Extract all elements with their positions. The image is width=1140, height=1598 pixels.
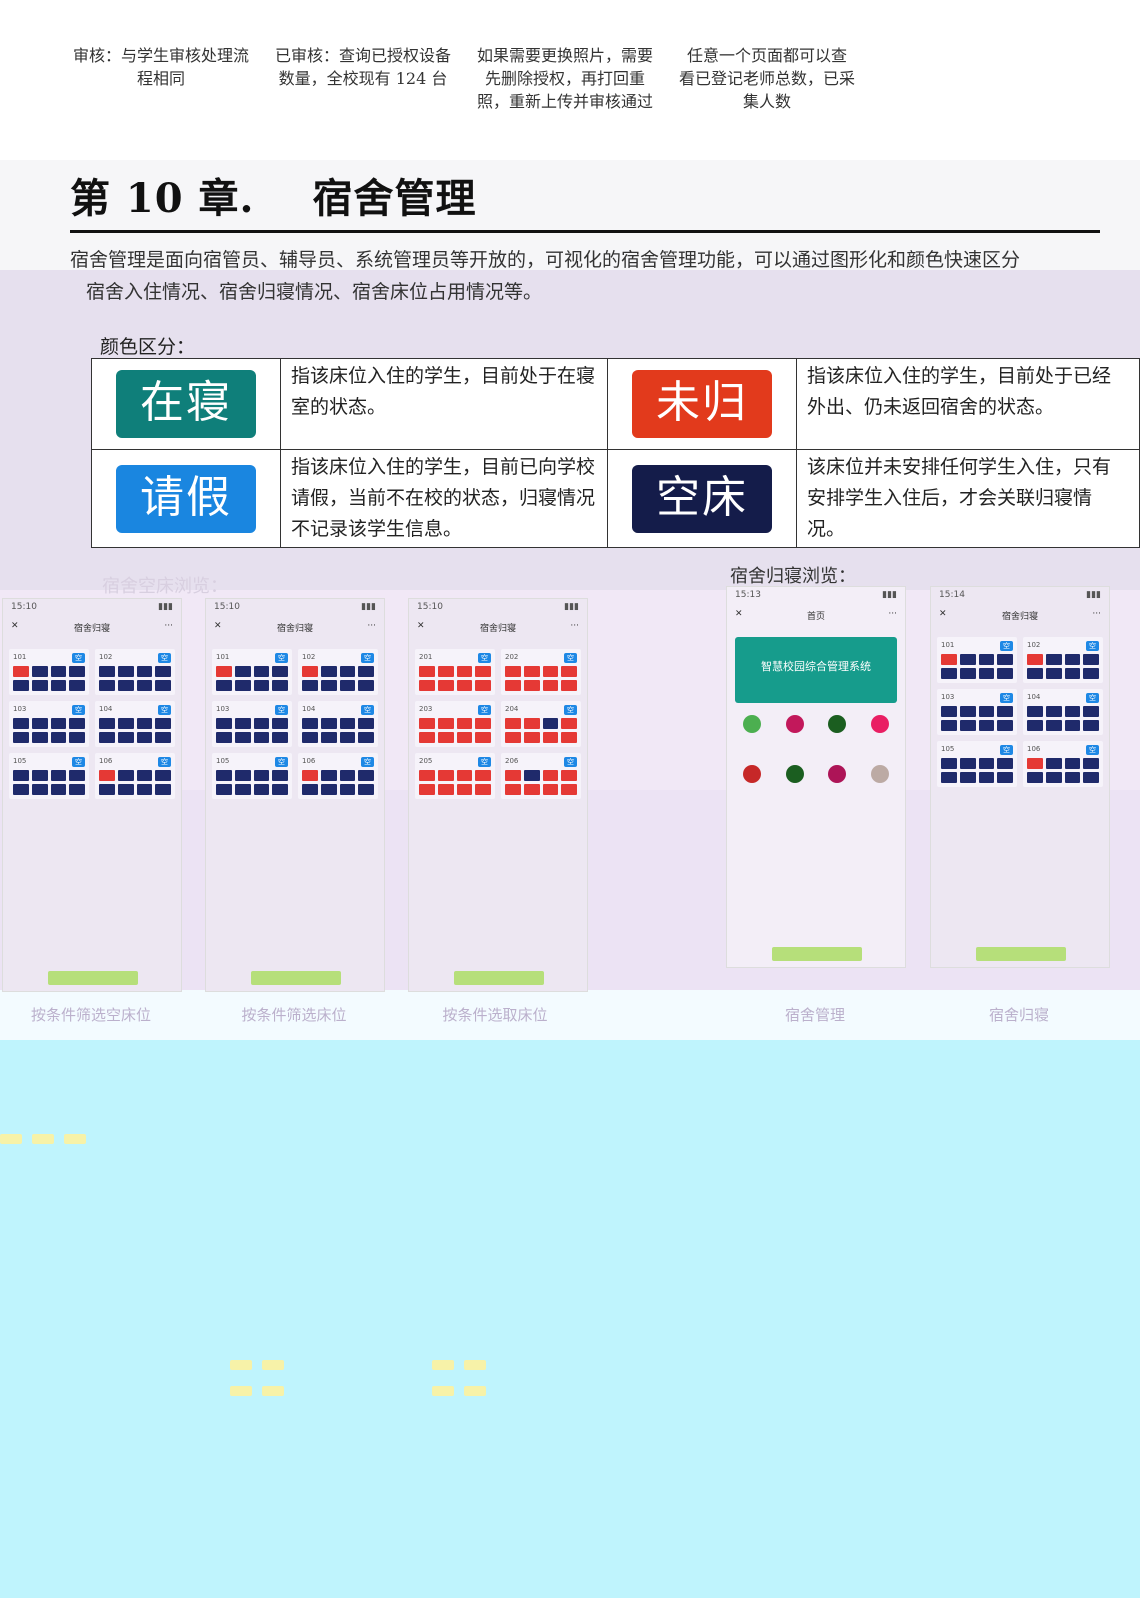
dorm-app-icon[interactable]	[743, 765, 762, 783]
legend-desc-leave: 指该床位入住的学生，目前已向学校请假，当前不在校的状态，归寝情况不记录该学生信息…	[280, 449, 608, 548]
close-icon: ✕	[11, 621, 19, 631]
legend-desc-out: 指该床位入住的学生，目前处于已经外出、仍未返回宿舍的状态。	[796, 358, 1140, 450]
status-tag-leave: 请假	[116, 464, 256, 533]
room-grid: 101 空 102 空 103 空 104 空 105 空 106 空	[3, 643, 181, 805]
faint-decoration	[0, 1134, 86, 1144]
faint-decoration	[230, 1386, 284, 1396]
confirm-button[interactable]	[772, 947, 862, 961]
chapter-heading: 第 10 章. 宿舍管理	[70, 166, 476, 224]
phone-caption-5: 宿舍归寝	[988, 1006, 1049, 1024]
more-icon: ···	[367, 621, 376, 631]
section-label-empty-beds: 宿舍空床浏览：	[102, 576, 228, 597]
dorm-app-icon[interactable]	[870, 765, 889, 783]
legend-cell-leave: 请假	[91, 449, 281, 548]
dorm-icon-row	[727, 759, 905, 789]
legend-cell-in: 在寝	[91, 358, 281, 450]
color-legend-label: 颜色区分：	[100, 336, 196, 358]
legend-desc-empty: 该床位并未安排任何学生入住，只有安排学生入住后，才会关联归寝情况。	[796, 449, 1140, 548]
chapter-title: 宿舍管理	[312, 175, 477, 222]
close-icon: ✕	[735, 609, 743, 619]
close-icon: ✕	[214, 621, 222, 631]
phone-caption-2: 按条件筛选床位	[241, 1006, 347, 1024]
phone-caption-4: 宿舍管理	[784, 1006, 845, 1024]
phone-screenshot-home: 15:13 ▮▮▮ ✕ 首页 ··· 智慧校园综合管理系统	[726, 586, 906, 968]
faint-decoration	[432, 1360, 486, 1370]
phone-screenshot-2: 15:10 ▮▮▮ ✕ 宿舍归寝 ··· 101 空 102 空 103 空 104 空 10…	[205, 598, 385, 992]
faint-decoration	[230, 1360, 284, 1370]
confirm-button[interactable]	[976, 947, 1066, 961]
confirm-button[interactable]	[48, 971, 138, 985]
more-icon: ···	[888, 609, 897, 619]
confirm-button[interactable]	[251, 971, 341, 985]
app-icon-row	[727, 709, 905, 739]
intro-paragraph: 宿舍管理是面向宿管员、辅导员、系统管理员等开放的，可视化的宿舍管理功能，可以通过…	[70, 249, 1021, 303]
legend-cell-empty: 空床	[607, 449, 797, 548]
caption-teachers: 任意一个页面都可以查 看已登记老师总数，已采 集人数	[678, 46, 855, 111]
confirm-button[interactable]	[454, 971, 544, 985]
close-icon: ✕	[417, 621, 425, 631]
close-icon: ✕	[939, 609, 947, 619]
app-icon[interactable]	[785, 715, 804, 733]
caption-approved: 已审核：查询已授权设备 数量，全校现有 124 台	[274, 46, 451, 88]
phone-screenshot-1: 15:10 ▮▮▮ ✕ 宿舍归寝 ··· 101 空 102 空 103 空 104 空 10…	[2, 598, 182, 992]
more-icon: ···	[570, 621, 579, 631]
more-icon: ···	[164, 621, 173, 631]
lower-band	[0, 1040, 1140, 1598]
app-icon[interactable]	[828, 715, 847, 733]
phone-screenshot-5: 15:14 ▮▮▮ ✕ 宿舍归寝 ··· 101 空 102 空 103 空 104 空 10…	[930, 586, 1110, 968]
chapter-number: 第 10 章.	[70, 175, 255, 222]
caption-audit: 审核：与学生审核处理流 程相同	[72, 46, 249, 88]
room-grid: 101 空 102 空 103 空 104 空 105 空 106 空	[206, 643, 384, 805]
status-tag-empty-bed: 空床	[632, 464, 772, 533]
room-grid: 101 空 102 空 103 空 104 空 105 空 106 空	[931, 631, 1109, 793]
caption-photo: 如果需要更换照片，需要 先删除授权，再打回重 照，重新上传并审核通过	[476, 46, 653, 111]
faint-decoration	[432, 1386, 486, 1396]
status-tag-not-returned: 未归	[632, 370, 772, 438]
legend-desc-in: 指该床位入住的学生，目前处于在寝室的状态。	[280, 358, 608, 450]
heading-rule	[70, 230, 1100, 233]
more-icon: ···	[1092, 609, 1101, 619]
status-tag-in-dorm: 在寝	[116, 370, 256, 438]
legend-cell-out: 未归	[607, 358, 797, 450]
app-icon[interactable]	[743, 715, 762, 733]
phone-caption-3: 按条件选取床位	[442, 1006, 548, 1024]
phone-caption-1: 按条件筛选空床位	[30, 1006, 151, 1024]
section-label-return: 宿舍归寝浏览：	[730, 566, 856, 587]
app-icon[interactable]	[870, 715, 889, 733]
phone-screenshot-3: 15:10 ▮▮▮ ✕ 宿舍归寝 ··· 201 空 202 空 203 空 204 空 20…	[408, 598, 588, 992]
dorm-app-icon[interactable]	[828, 765, 847, 783]
color-legend-table: 在寝 指该床位入住的学生，目前处于在寝室的状态。 未归 指该床位入住的学生，目前…	[91, 358, 1140, 548]
home-banner: 智慧校园综合管理系统	[735, 637, 897, 703]
room-grid: 201 空 202 空 203 空 204 空 205 空 206 空	[409, 643, 587, 805]
dorm-app-icon[interactable]	[785, 765, 804, 783]
